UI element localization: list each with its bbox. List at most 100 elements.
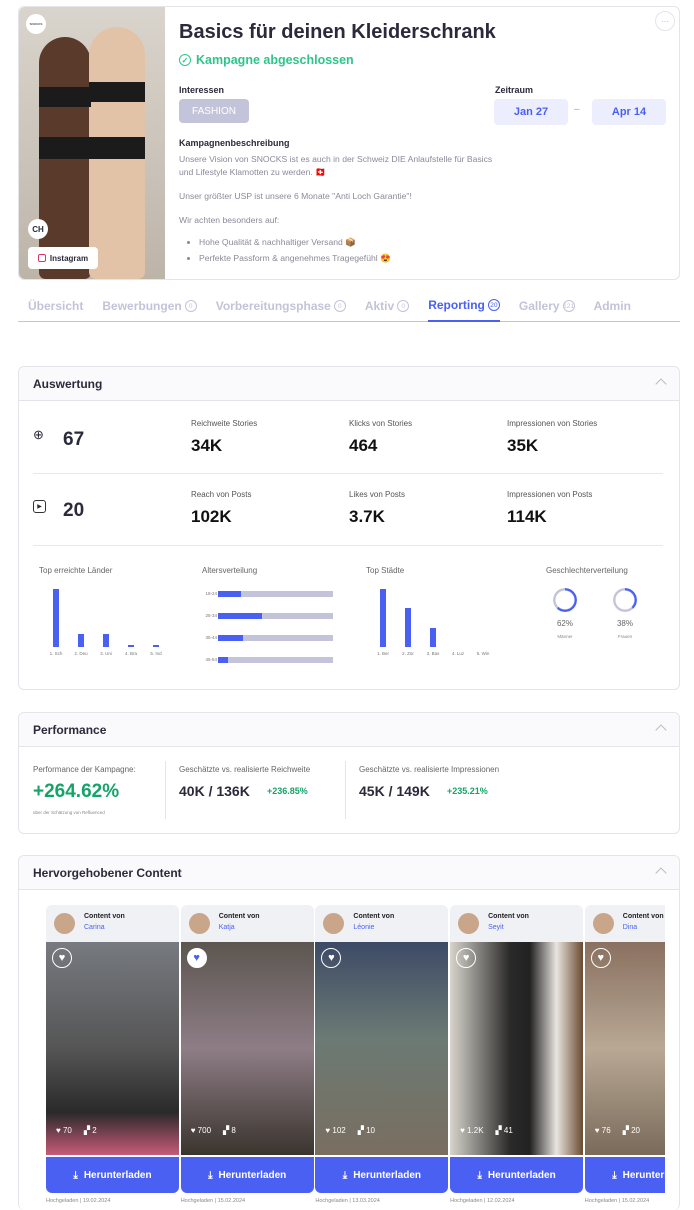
chart-bar [380,589,386,647]
likes-stat: ♥ 76 [595,1126,611,1135]
metric-stories: Impressionen von Stories 35K [507,419,597,456]
tick-label: 4. Bra [124,651,137,656]
download-button[interactable]: ⤓ Herunterladen [315,1157,449,1193]
reach-label: Geschätzte vs. realisierte Reichweite [179,765,311,774]
download-button[interactable]: ⤓ Herunterladen [584,1157,665,1193]
section-header[interactable]: Auswertung [19,367,679,401]
creator-name[interactable]: Katja [219,924,235,931]
description-paragraph: Unsere Vision von SNOCKS ist es auch in … [179,154,493,177]
likes-count: 102 [332,1126,346,1135]
content-image[interactable]: ♥ ♥ 700 ▞ 8 [180,942,314,1155]
heart-icon: ♥ [193,952,200,964]
comments-stat: ▞ 20 [623,1126,640,1135]
creator-name[interactable]: Léonie [353,924,374,931]
metric-posts: Impressionen von Posts 114K [507,490,592,527]
chevron-up-icon[interactable] [655,724,667,736]
period-label: Zeitraum [495,85,534,95]
comments-count: 20 [631,1126,640,1135]
tab-bewerbungen[interactable]: Bewerbungen 0 [102,296,197,322]
tab-admin[interactable]: Admin [594,296,631,322]
content-card-header: Content von Katja [180,905,314,942]
platform-badge: Instagram [28,247,98,269]
favorite-button[interactable]: ♥ [590,948,611,968]
interest-tag: FASHION [179,99,249,123]
tick-label: 3. Bas [426,651,440,656]
posts-icon: ▶ [33,500,46,513]
posts-count: 20 [63,500,85,521]
metric-value: 464 [349,436,378,455]
creator-avatar[interactable] [458,913,480,934]
tab-übersicht[interactable]: Übersicht [28,296,83,322]
creator-avatar[interactable] [592,913,614,934]
campaign-tabs: Übersicht Bewerbungen 0 Vorbereitungsphase 0… [18,296,680,322]
comment-icon: ▞ [357,1126,367,1135]
age-bar-fill [218,657,229,663]
more-options-button[interactable]: ··· [655,11,675,31]
favorite-button[interactable]: ♥ [321,948,342,968]
impressions-value: 45K / 149K [359,783,430,799]
metric-label: Impressionen von Stories [507,419,598,428]
content-card: Content vonDina♥♥ 76▞ 20⤓HerunterladenHo… [584,905,665,1205]
chart-bar [53,589,59,647]
creator-avatar[interactable] [188,913,210,934]
tab-label: Aktiv [364,299,395,313]
content-card-header: Content von Seyit [450,905,584,942]
favorite-button[interactable]: ♥ [52,948,72,968]
metric-label: Impressionen von Posts [507,490,593,499]
campaign-performance-label: Performance der Kampagne: [33,765,136,774]
content-card: Content von Carina ♥ ♥ 70 ▞ 2 ⤓ Herunterladen H… [46,905,179,1205]
creator-name[interactable]: Dina [623,924,637,931]
download-icon: ⤓ [612,1169,617,1181]
chart-bar [153,644,159,647]
tab-vorbereitungsphase[interactable]: Vorbereitungsphase 0 [216,296,346,322]
content-image[interactable]: ♥ ♥ 70 ▞ 2 [46,942,179,1155]
chevron-up-icon[interactable] [655,378,667,390]
upload-date: Hochgeladen | 12.02.2024 [450,1198,515,1204]
gender-label: Frauen [617,634,633,639]
tab-label: Bewerbungen [102,299,182,313]
gender-donut [613,588,637,612]
heart-icon: ♥ [462,952,470,964]
brand-logo: SNOCKS [26,14,46,34]
favorite-button[interactable]: ♥ [456,948,477,968]
download-button[interactable]: ⤓ Herunterladen [180,1157,314,1193]
tab-aktiv[interactable]: Aktiv 0 [364,296,410,322]
gender-label: Männer [557,634,573,639]
campaign-image: SNOCKS CH Instagram [19,7,165,279]
comment-icon: ▞ [495,1126,504,1135]
section-title: Hervorgehobener Content [33,865,182,880]
tick-label: 18-24 [205,591,217,596]
content-image[interactable]: ♥ ♥ 102 ▞ 10 [315,942,449,1155]
creator-name[interactable]: Seyit [488,924,504,931]
section-header[interactable]: Hervorgehobener Content [19,856,679,890]
creator-avatar[interactable] [54,913,75,934]
gender-percent: 38% [616,619,633,628]
content-image[interactable]: ♥ ♥ 1.2K ▞ 41 [450,942,584,1155]
metric-value: 34K [191,436,223,455]
metric-stories: Klicks von Stories 464 [349,419,412,456]
tab-label: Admin [593,299,631,313]
download-icon: ⤓ [477,1169,482,1181]
chevron-up-icon[interactable] [655,867,667,879]
likes-count: 1.2K [467,1126,484,1135]
download-icon: ⤓ [342,1169,348,1181]
creator-avatar[interactable] [323,913,345,934]
content-stats: ♥ 70 ▞ 2 [56,1126,97,1135]
tick-label: 5. Ind [150,651,162,656]
metric-posts: Reach von Posts 102K [191,490,251,527]
description-bullet: Perfekte Passform & angenehmes Tragegefü… [199,252,499,265]
campaign-description: Unsere Vision von SNOCKS ist es auch in … [179,153,499,265]
content-image[interactable]: ♥ ♥ 76 ▞ 20 [584,942,665,1155]
download-button[interactable]: ⤓ Herunterladen [450,1157,584,1193]
favorite-button[interactable]: ♥ [186,948,207,968]
tab-gallery[interactable]: Gallery 121 [519,296,575,322]
download-button[interactable]: ⤓ Herunterladen [46,1157,179,1193]
campaign-title: Basics für deinen Kleiderschrank [179,21,496,43]
tab-reporting[interactable]: Reporting 20 [428,296,500,322]
download-label: Herunterladen [622,1169,665,1181]
garment [39,87,91,107]
creator-name[interactable]: Carina [84,924,105,931]
section-header[interactable]: Performance [19,713,679,747]
heart-icon: ♥ [594,1126,602,1135]
metric-posts: Likes von Posts 3.7K [349,490,405,527]
